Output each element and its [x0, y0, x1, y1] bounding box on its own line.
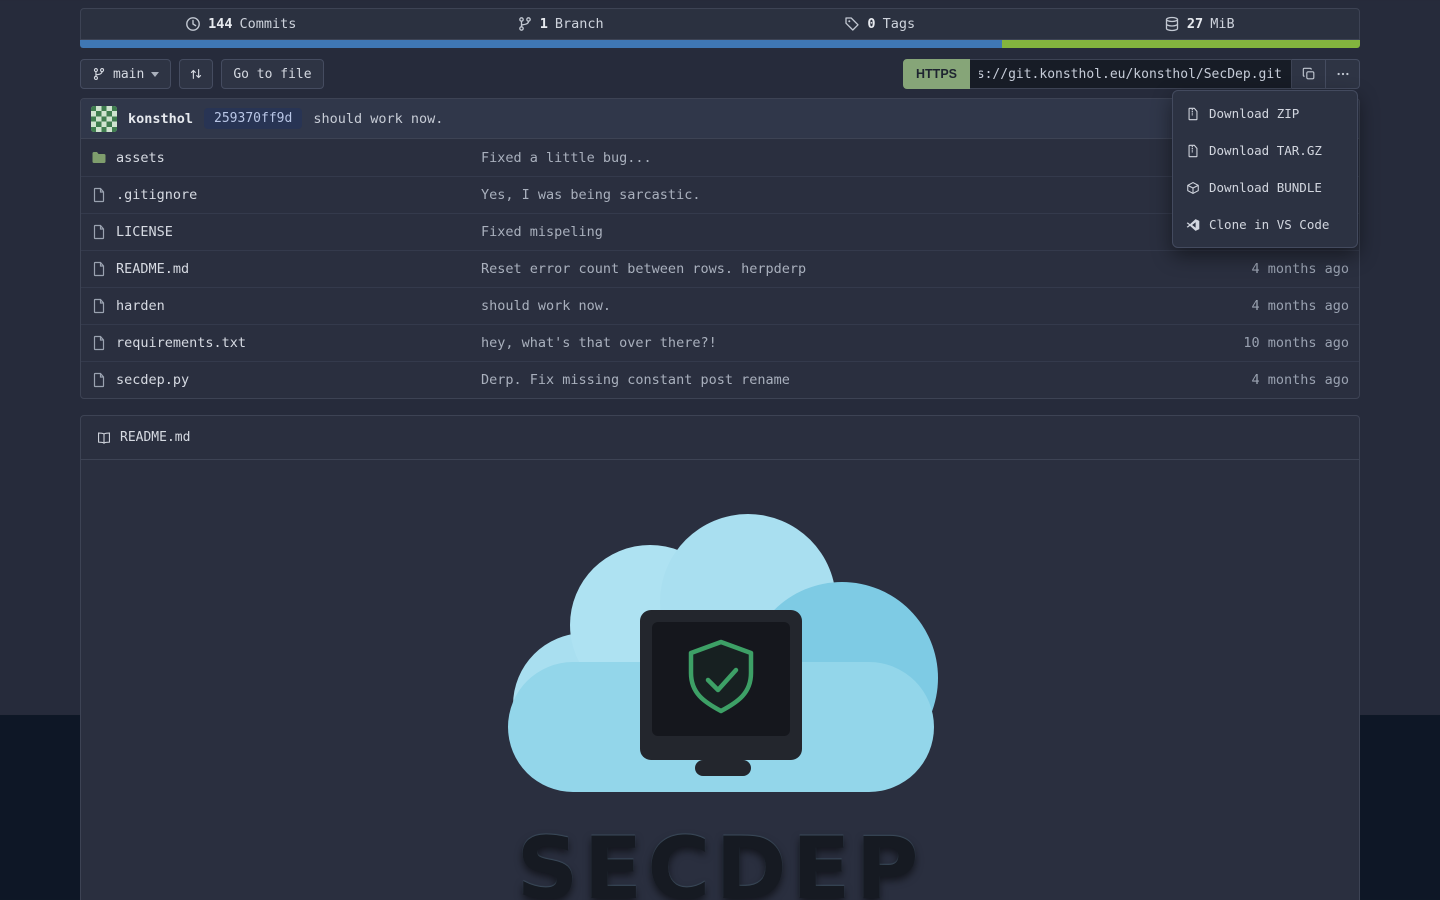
file-listing: konsthol 259370ff9d should work now. ass… [80, 98, 1360, 399]
compare-button[interactable] [179, 59, 213, 89]
compare-icon [189, 67, 203, 81]
file-icon [91, 372, 107, 388]
package-icon [1186, 181, 1200, 195]
file-name[interactable]: requirements.txt [116, 335, 246, 351]
go-to-file-button[interactable]: Go to file [221, 59, 323, 89]
menu-item-download-zip[interactable]: Download ZIP [1173, 95, 1357, 132]
file-name[interactable]: secdep.py [116, 372, 189, 388]
stat-size: 27 MiB [1040, 16, 1360, 32]
branch-icon [92, 67, 106, 81]
readme-title: README.md [120, 430, 190, 445]
https-protocol-button[interactable]: HTTPS [903, 59, 970, 89]
branch-name: main [113, 67, 144, 82]
file-commit-message[interactable]: Derp. Fix missing constant post rename [481, 372, 1159, 388]
stat-branches[interactable]: 1 Branch [401, 16, 721, 32]
file-commit-message[interactable]: Reset error count between rows. herpderp [481, 261, 1159, 277]
table-row: LICENSE Fixed mispeling [81, 213, 1359, 250]
archive-icon [1186, 107, 1200, 121]
language-bar[interactable] [80, 40, 1360, 48]
file-icon [91, 298, 107, 314]
menu-item-label: Download BUNDLE [1209, 180, 1322, 195]
menu-item-download-targz[interactable]: Download TAR.GZ [1173, 132, 1357, 169]
commit-hash-badge[interactable]: 259370ff9d [204, 108, 302, 129]
file-commit-message[interactable]: Fixed a little bug... [481, 150, 1159, 166]
table-row: requirements.txt hey, what's that over t… [81, 324, 1359, 361]
size-label: MiB [1210, 16, 1234, 32]
file-icon [91, 187, 107, 203]
archive-icon [1186, 144, 1200, 158]
branch-icon [517, 16, 533, 32]
stat-tags[interactable]: 0 Tags [720, 16, 1040, 32]
clone-url-input[interactable] [970, 59, 1292, 89]
project-logo-image [490, 510, 950, 820]
language-segment-1[interactable] [80, 40, 1002, 48]
commits-count: 144 [208, 16, 232, 32]
file-commit-message[interactable]: hey, what's that over there?! [481, 335, 1159, 351]
tags-label: Tags [883, 16, 916, 32]
readme-header: README.md [81, 416, 1359, 460]
file-icon [91, 335, 107, 351]
commits-label: Commits [239, 16, 296, 32]
more-options-button[interactable] [1326, 59, 1360, 89]
commit-message[interactable]: should work now. [313, 111, 443, 127]
file-name[interactable]: .gitignore [116, 187, 197, 203]
file-commit-message[interactable]: Fixed mispeling [481, 224, 1159, 240]
branches-label: Branch [555, 16, 604, 32]
stat-commits[interactable]: 144 Commits [81, 16, 401, 32]
file-name[interactable]: LICENSE [116, 224, 173, 240]
repo-toolbar: main Go to file HTTPS [80, 58, 1360, 90]
identicon [91, 106, 117, 132]
file-commit-time: 4 months ago [1159, 261, 1349, 277]
file-commit-message[interactable]: should work now. [481, 298, 1159, 314]
file-icon [91, 224, 107, 240]
file-commit-time: 10 months ago [1159, 335, 1349, 351]
table-row: .gitignore Yes, I was being sarcastic. [81, 176, 1359, 213]
file-name[interactable]: README.md [116, 261, 189, 277]
vscode-icon [1186, 218, 1200, 232]
table-row: assets Fixed a little bug... [81, 139, 1359, 176]
menu-item-label: Download ZIP [1209, 106, 1299, 121]
project-logo-text: SECDEP [517, 826, 924, 900]
clone-panel: HTTPS [903, 59, 1360, 89]
file-icon [91, 261, 107, 277]
readme-panel: README.md SECDEP [80, 415, 1360, 900]
tags-count: 0 [867, 16, 875, 32]
language-segment-2[interactable] [1002, 40, 1360, 48]
size-count: 27 [1187, 16, 1203, 32]
file-name[interactable]: harden [116, 298, 165, 314]
kebab-horizontal-icon [1336, 67, 1350, 81]
avatar[interactable] [91, 106, 117, 132]
repo-page: 144 Commits 1 Branch 0 Tags 27 MiB main [80, 0, 1360, 900]
folder-icon [91, 150, 107, 166]
tag-icon [844, 16, 860, 32]
menu-item-label: Download TAR.GZ [1209, 143, 1322, 158]
commit-author[interactable]: konsthol [128, 111, 193, 127]
copy-icon [1302, 67, 1316, 81]
database-icon [1164, 16, 1180, 32]
book-icon [97, 431, 111, 445]
menu-item-clone-vscode[interactable]: Clone in VS Code [1173, 206, 1357, 243]
table-row: README.md Reset error count between rows… [81, 250, 1359, 287]
chevron-down-icon [151, 72, 159, 77]
branches-count: 1 [540, 16, 548, 32]
history-icon [185, 16, 201, 32]
https-label: HTTPS [916, 67, 957, 81]
clone-dropdown-menu: Download ZIP Download TAR.GZ Download BU… [1172, 90, 1358, 248]
file-name[interactable]: assets [116, 150, 165, 166]
file-commit-message[interactable]: Yes, I was being sarcastic. [481, 187, 1159, 203]
menu-item-download-bundle[interactable]: Download BUNDLE [1173, 169, 1357, 206]
file-commit-time: 4 months ago [1159, 298, 1349, 314]
file-commit-time: 4 months ago [1159, 372, 1349, 388]
table-row: harden should work now. 4 months ago [81, 287, 1359, 324]
latest-commit-header: konsthol 259370ff9d should work now. [81, 99, 1359, 139]
copy-url-button[interactable] [1292, 59, 1326, 89]
menu-item-label: Clone in VS Code [1209, 217, 1329, 232]
go-to-file-label: Go to file [233, 67, 311, 82]
branch-selector[interactable]: main [80, 59, 171, 89]
readme-content: SECDEP [81, 460, 1359, 900]
table-row: secdep.py Derp. Fix missing constant pos… [81, 361, 1359, 398]
repo-stats-bar: 144 Commits 1 Branch 0 Tags 27 MiB [80, 8, 1360, 40]
